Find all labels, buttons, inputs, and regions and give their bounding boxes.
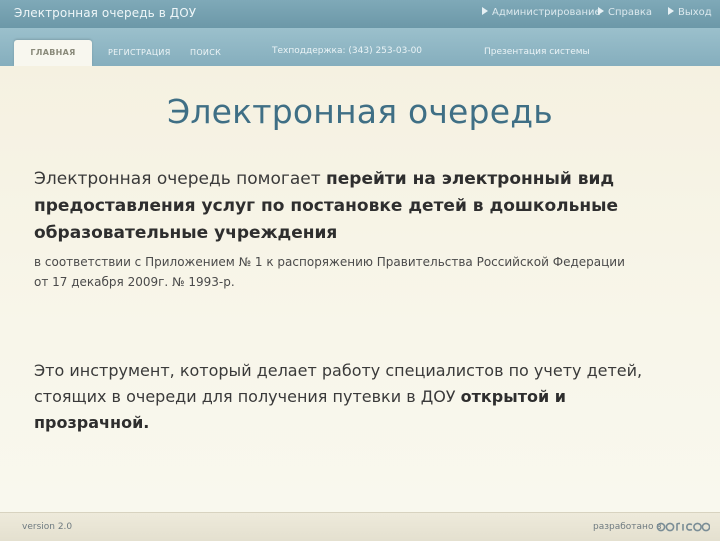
exit-link[interactable]: Выход [668,7,712,18]
top-bar: Электронная очередь в ДОУ Администрирова… [0,0,720,28]
presentation-link[interactable]: Презентация системы [484,47,590,57]
help-link[interactable]: Справка [598,7,652,18]
admin-link[interactable]: Администрирование [482,7,601,18]
page-title: Электронная очередь [167,92,553,131]
developer-label: разработано в [593,522,662,532]
triangle-right-icon [482,7,488,15]
developer-logo[interactable] [656,518,710,534]
exit-link-label: Выход [678,7,712,18]
tab-registration[interactable]: РЕГИСТРАЦИЯ [108,48,171,57]
admin-link-label: Администрирование [492,7,601,18]
nav-bar: ГЛАВНАЯ РЕГИСТРАЦИЯ ПОИСК Техподдержка: … [0,28,720,66]
tool-paragraph: Это инструмент, который делает работу сп… [34,358,674,436]
main-content: Электронная очередь Электронная очередь … [0,66,720,512]
triangle-right-icon [598,7,604,15]
triangle-right-icon [668,7,674,15]
app-title: Электронная очередь в ДОУ [14,6,197,20]
legal-basis-text: в соответствии с Приложением № 1 к распо… [34,255,625,289]
version-label: version 2.0 [22,522,73,532]
tab-home-label: ГЛАВНАЯ [30,48,76,57]
tab-home[interactable]: ГЛАВНАЯ [14,40,92,66]
intro-paragraph: Электронная очередь помогает перейти на … [34,166,684,247]
support-phone: Техподдержка: (343) 253-03-00 [272,46,423,56]
tab-search[interactable]: ПОИСК [190,48,221,57]
footer: version 2.0 разработано в [0,512,720,541]
intro-text: Электронная очередь помогает [34,169,327,189]
help-link-label: Справка [608,7,653,18]
